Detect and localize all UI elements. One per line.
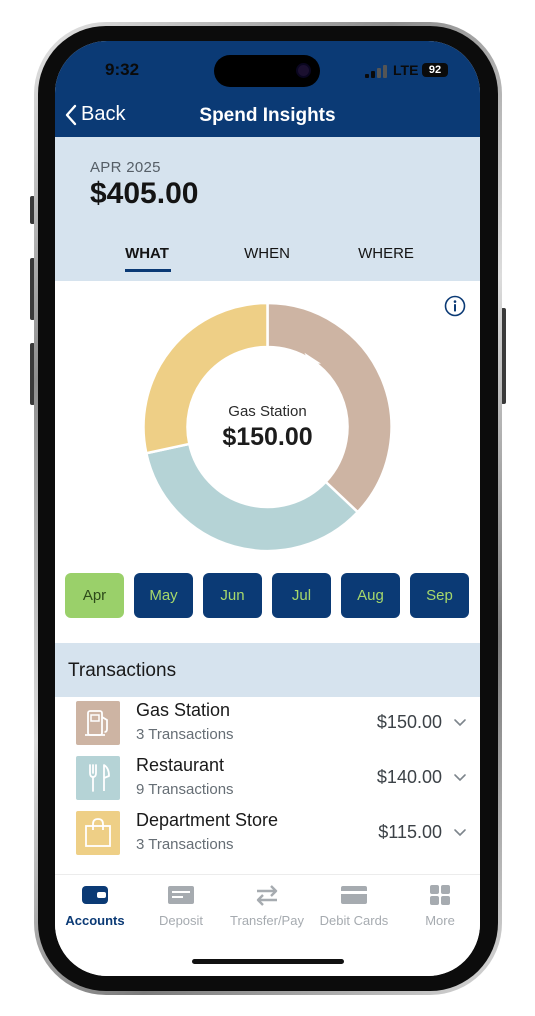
gas-pump-icon [76,701,120,745]
chevron-down-icon[interactable] [453,718,467,728]
tab-what[interactable]: WHAT [112,245,182,262]
status-time: 9:32 [105,60,140,79]
transaction-category: Department Store [136,810,279,830]
page-title: Spend Insights [199,105,336,126]
month-may[interactable]: May [134,573,193,618]
chevron-down-icon[interactable] [453,773,467,783]
transaction-row-department-store[interactable]: Department Store 3 Transactions $115.00 [55,810,480,865]
camera-icon [298,65,309,76]
tabbar-deposit[interactable]: Deposit [141,883,221,928]
transfer-icon [256,885,278,906]
transactions-title: Transactions [68,660,177,681]
transaction-amount: $140.00 [376,767,442,787]
shopping-bag-icon [76,811,120,855]
transaction-count: 9 Transactions [136,781,234,798]
tabbar-debit-cards[interactable]: Debit Cards [314,883,394,928]
tabbar-label: Accounts [65,913,125,928]
transaction-count: 3 Transactions [136,726,234,743]
tabbar-accounts[interactable]: Accounts [55,883,135,928]
period-label: APR 2025 [90,159,161,176]
donut-slice-restaurant[interactable] [144,442,360,553]
selected-category-label: Gas Station [228,403,307,420]
tab-where[interactable]: WHERE [351,245,421,262]
home-indicator [192,959,344,964]
tabbar-label: Deposit [158,913,204,928]
month-selector: Apr May Jun Jul Aug Sep [65,573,471,619]
card-icon [341,886,367,904]
phone-screen: 9:32 LTE 92 Back Spend Insights APR 2025… [55,41,480,976]
header-bar: 9:32 LTE 92 Back Spend Insights [55,41,480,137]
wallet-icon [82,886,108,904]
transaction-row-restaurant[interactable]: Restaurant 9 Transactions $140.00 [55,755,480,810]
tab-when[interactable]: WHEN [232,245,302,262]
signal-icon [365,65,389,78]
transaction-count: 3 Transactions [136,836,234,853]
transaction-row-gas-station[interactable]: Gas Station 3 Transactions $150.00 [55,700,480,755]
tabbar-label: Debit Cards [319,913,389,928]
transaction-amount: $150.00 [376,712,442,732]
transaction-amount: $115.00 [378,822,442,842]
tabbar-label: More [425,913,455,928]
info-icon[interactable] [444,295,466,317]
tabbar-label: Transfer/Pay [230,913,304,928]
month-sep[interactable]: Sep [410,573,469,618]
transactions-header: Transactions [55,643,480,697]
network-type: LTE [393,62,419,78]
chevron-down-icon[interactable] [453,828,467,838]
active-tab-indicator [125,269,171,272]
check-deposit-icon [168,886,194,904]
tabbar-more[interactable]: More [400,883,480,928]
grid-icon [430,885,450,905]
fork-knife-icon [76,756,120,800]
total-amount: $405.00 [90,177,199,210]
month-aug[interactable]: Aug [341,573,400,618]
transaction-category: Restaurant [136,755,225,775]
transaction-category: Gas Station [136,700,231,720]
month-jun[interactable]: Jun [203,573,262,618]
summary-panel: APR 2025 $405.00 WHAT WHEN WHERE [55,137,480,281]
tabbar-transfer-pay[interactable]: Transfer/Pay [227,883,307,928]
selected-category-value: $150.00 [222,423,313,451]
battery-icon: 92 [422,63,448,77]
month-apr[interactable]: Apr [65,573,124,618]
month-jul[interactable]: Jul [272,573,331,618]
